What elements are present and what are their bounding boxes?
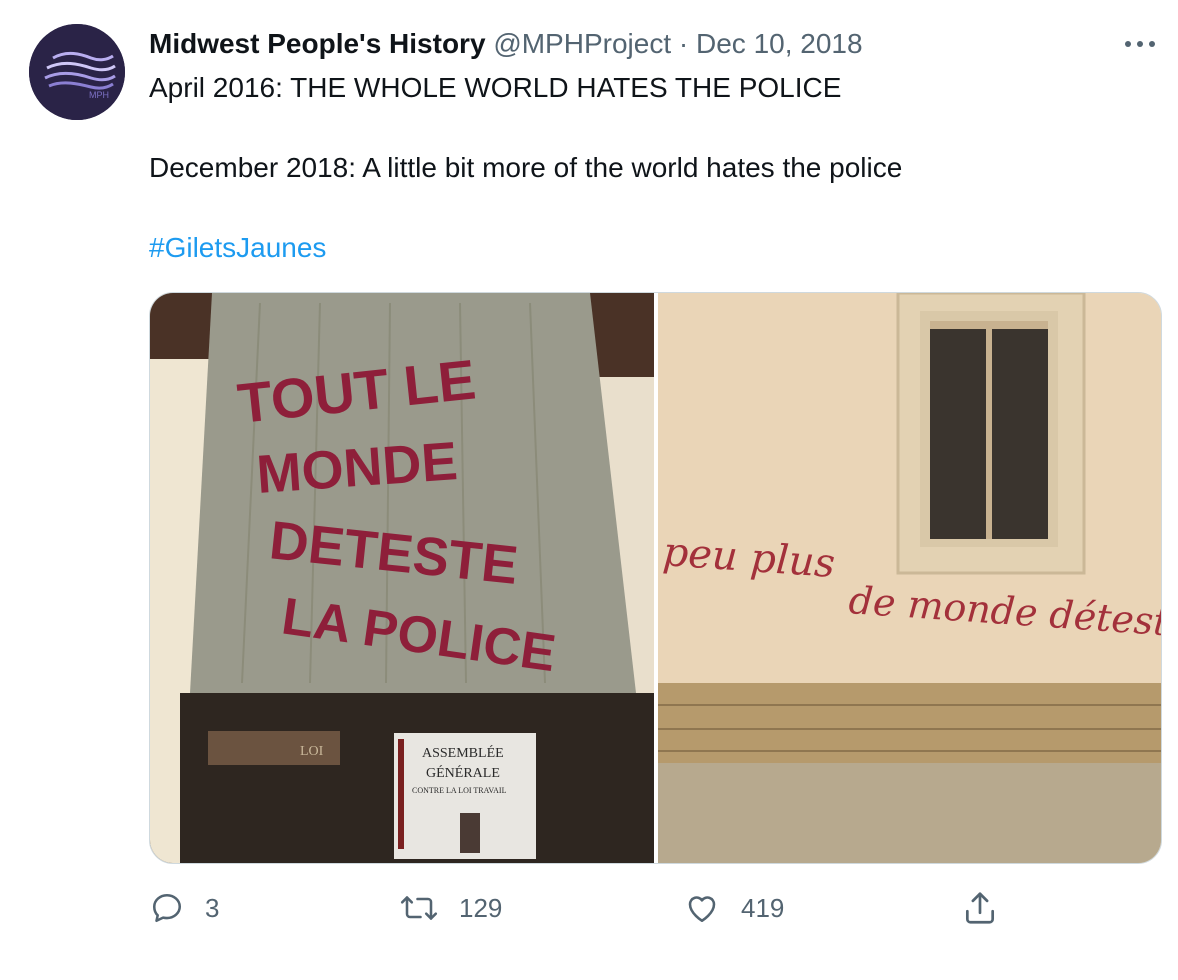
author-handle[interactable]: @MPHProject (493, 28, 671, 59)
hashtag-link[interactable]: #GiletsJaunes (149, 232, 326, 264)
poster-line-2: GÉNÉRALE (426, 764, 500, 781)
reply-count: 3 (205, 892, 220, 923)
avatar[interactable]: MPH (29, 24, 125, 120)
more-options-button[interactable] (1120, 26, 1160, 62)
retweet-icon (400, 896, 438, 920)
reply-button[interactable]: 3 (149, 884, 219, 932)
media-grid: TOUT LE MONDE DETESTE LA POLICE LOI ASSE… (149, 292, 1162, 864)
tweet-header: Midwest People's History @MPHProject · D… (149, 27, 863, 61)
tweet-action-bar: 3 129 419 (149, 884, 1160, 934)
separator-dot: · (678, 28, 689, 59)
photo-graffiti-pillar[interactable]: TOUT LE MONDE DETESTE LA POLICE LOI ASSE… (150, 293, 654, 863)
poster-line-1: ASSEMBLÉE (422, 744, 504, 761)
tweet-date[interactable]: Dec 10, 2018 (696, 28, 863, 59)
tweet-text-line-1: April 2016: THE WHOLE WORLD HATES THE PO… (149, 72, 842, 103)
heart-icon (688, 896, 716, 923)
like-button[interactable]: 419 (683, 884, 784, 932)
tweet-text-line-2: December 2018: A little bit more of the … (149, 152, 903, 183)
share-upload-icon (965, 892, 995, 924)
author-name[interactable]: Midwest People's History (149, 28, 486, 59)
retweet-count: 129 (459, 892, 503, 923)
like-count: 419 (741, 892, 785, 923)
plaque-text: LOI (300, 744, 324, 759)
retweet-button[interactable]: 129 (399, 884, 502, 932)
avatar-text: MPH (89, 90, 109, 100)
more-dots-icon (1125, 41, 1155, 47)
reply-bubble-icon (152, 893, 182, 923)
photo-graffiti-wall[interactable]: peu plus de monde détest (658, 293, 1161, 863)
poster-line-3: CONTRE LA LOI TRAVAIL (412, 786, 507, 795)
share-button[interactable] (961, 884, 999, 932)
avatar-logo-icon: MPH (29, 24, 125, 120)
